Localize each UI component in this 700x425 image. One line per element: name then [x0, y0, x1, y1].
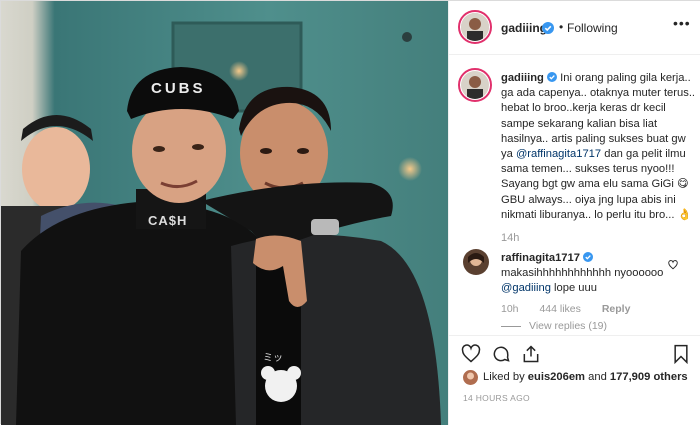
svg-text:ミッ: ミッ [263, 353, 283, 364]
following-button[interactable]: Following [567, 21, 618, 35]
comment-time[interactable]: 10h [501, 303, 519, 315]
likes-prefix: Liked by [483, 371, 528, 383]
verified-badge-icon [583, 252, 594, 262]
reply-button[interactable]: Reply [602, 303, 631, 315]
comments-section: gadiiing Ini orang paling gila kerja.. g… [449, 55, 700, 335]
caption-time[interactable]: 14h [501, 232, 519, 244]
likes-middle: and [585, 371, 610, 383]
comment-username[interactable]: raffinagita1717 [501, 252, 580, 264]
avatar[interactable] [461, 71, 489, 99]
svg-text:CA$H: CA$H [148, 213, 187, 228]
caption-mention[interactable]: @raffinagita1717 [516, 148, 601, 160]
likes-summary: Liked by euis206em and 177,909 others [463, 370, 698, 386]
comment-like-heart-icon[interactable] [668, 257, 678, 275]
post-author-username[interactable]: gadiiing [501, 21, 547, 35]
likes-user[interactable]: euis206em [528, 371, 585, 383]
verified-badge-icon [542, 21, 554, 39]
likes-text: Liked by euis206em and 177,909 others [483, 371, 688, 383]
comment-likes[interactable]: 444 likes [539, 303, 580, 315]
verified-badge-icon [547, 72, 557, 82]
avatar[interactable] [463, 370, 478, 385]
heart-icon[interactable] [461, 344, 481, 369]
comment-meta: 10h 444 likes Reply [501, 303, 648, 315]
avatar[interactable] [461, 13, 489, 41]
comment-text: makasihhhhhhhhhhhh nyoooooo [501, 267, 664, 280]
post-window: CA$H CUBS ミッ gadiiing • Following ••• ga… [0, 0, 700, 425]
bookmark-icon[interactable] [672, 344, 690, 369]
more-options-icon[interactable]: ••• [673, 15, 691, 31]
post-actions: Liked by euis206em and 177,909 others 14… [449, 335, 700, 425]
view-replies-button[interactable]: View replies (19) [501, 320, 607, 332]
post-header: gadiiing • Following ••• [449, 1, 700, 55]
likes-count[interactable]: 177,909 others [610, 371, 688, 383]
caption-username[interactable]: gadiiing [501, 72, 544, 84]
comment-text-cont: lope uuu [550, 282, 597, 295]
post-photo[interactable]: CA$H CUBS ミッ [1, 1, 448, 425]
view-replies-label: View replies (19) [529, 320, 608, 332]
separator-dot: • [559, 20, 564, 34]
comment-icon[interactable] [491, 344, 511, 369]
comment-mention[interactable]: @gadiiing [501, 282, 551, 294]
comment-body: raffinagita1717 makasihhhhhhhhhhhh nyooo… [501, 251, 671, 297]
svg-text:CUBS: CUBS [151, 80, 206, 97]
post-side-panel: gadiiing • Following ••• gadiiing Ini or… [448, 1, 700, 425]
replies-divider [501, 325, 521, 327]
caption: gadiiing Ini orang paling gila kerja.. g… [501, 71, 697, 223]
share-icon[interactable] [521, 344, 541, 369]
caption-text: Ini orang paling gila kerja.. ga ada cap… [501, 72, 696, 161]
post-timestamp[interactable]: 14 HOURS AGO [463, 393, 530, 403]
avatar[interactable] [463, 249, 489, 275]
